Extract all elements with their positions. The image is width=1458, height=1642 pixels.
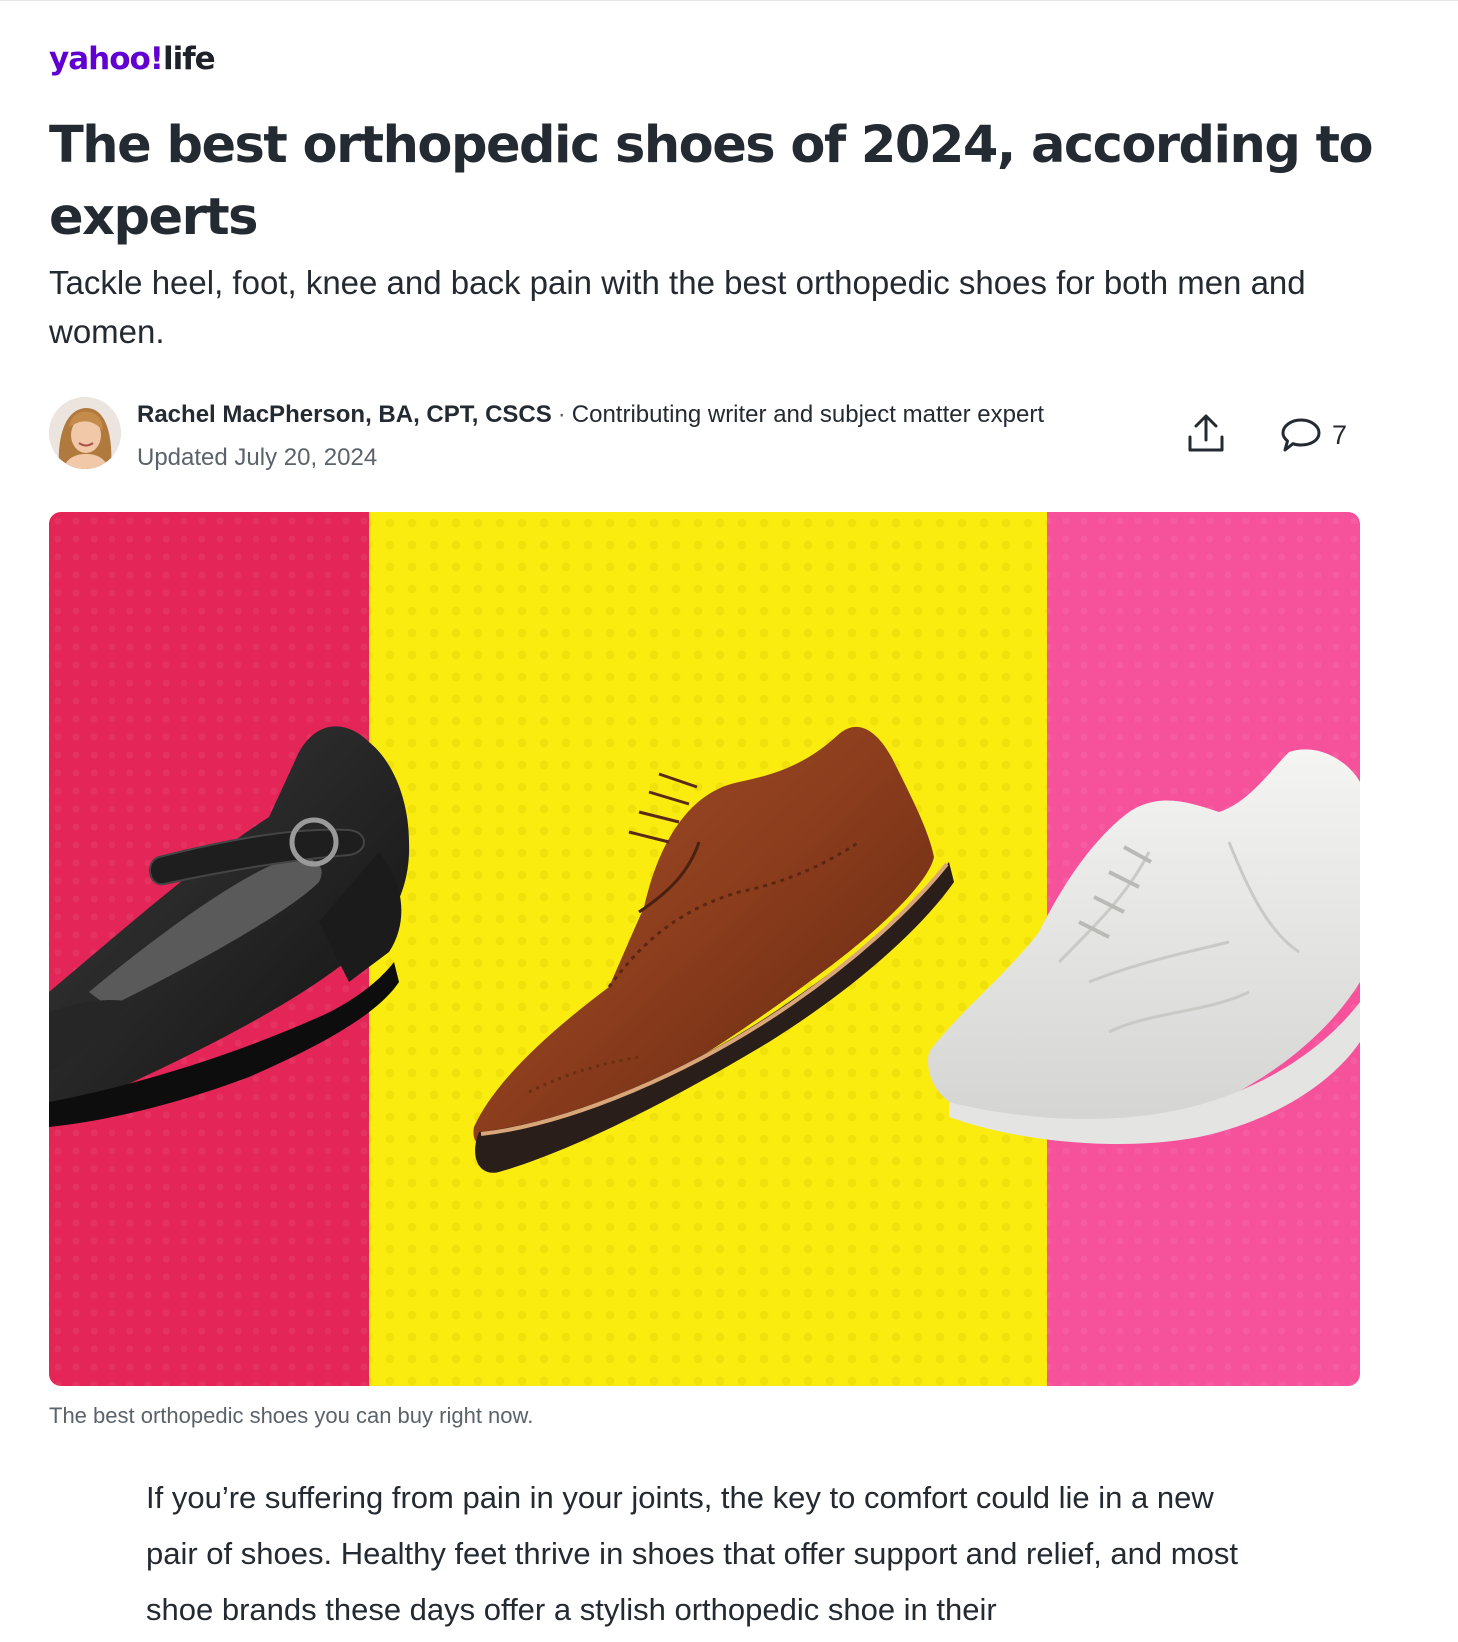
share-icon: [1188, 414, 1224, 452]
logo-yahoo: yahoo!: [49, 41, 164, 77]
byline-separator: ·: [557, 401, 566, 428]
avatar-portrait: [49, 397, 121, 469]
author-name[interactable]: Rachel MacPherson, BA, CPT, CSCS: [137, 401, 552, 428]
article-headline: The best orthopedic shoes of 2024, accor…: [49, 116, 1374, 247]
author-role: Contributing writer and subject matter e…: [571, 401, 1044, 428]
byline: Rachel MacPherson, BA, CPT, CSCS · Contrib…: [137, 400, 1044, 430]
updated-date: Updated July 20, 2024: [137, 444, 378, 471]
hero-image: [49, 512, 1360, 1386]
yahoo-life-logo[interactable]: yahoo!life: [49, 41, 216, 77]
comment-count: 7: [1332, 419, 1348, 450]
share-button[interactable]: [1184, 411, 1228, 455]
article-subheadline: Tackle heel, foot, knee and back pain wi…: [49, 264, 1306, 350]
top-border: [0, 0, 1458, 1]
hero-caption: The best orthopedic shoes you can buy ri…: [49, 1403, 534, 1428]
logo-life: life: [162, 41, 216, 77]
article-intro-paragraph: If you’re suffering from pain in your jo…: [146, 1480, 1238, 1627]
hero-shoes-collage: [49, 512, 1360, 1386]
author-avatar[interactable]: [49, 397, 121, 469]
comment-icon: [1281, 418, 1321, 452]
comments-button[interactable]: 7: [1280, 413, 1347, 457]
